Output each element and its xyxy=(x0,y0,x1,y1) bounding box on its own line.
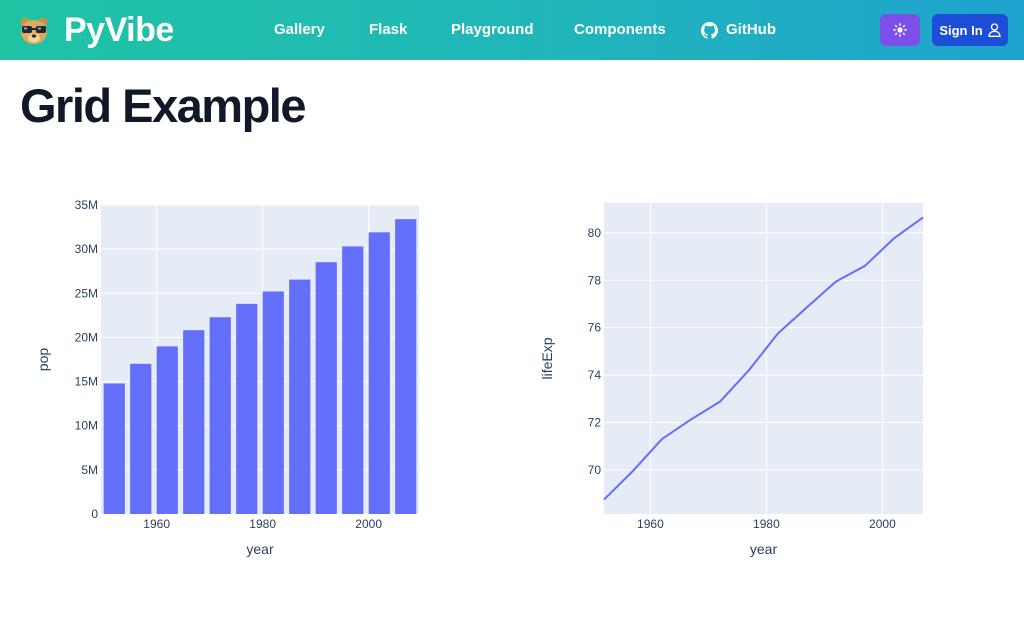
bar xyxy=(315,262,337,514)
sun-icon xyxy=(893,23,907,37)
y-tick-label: 35M xyxy=(75,198,98,212)
x-tick-label: 2000 xyxy=(355,517,382,531)
x-axis-title: year xyxy=(750,541,778,557)
bar xyxy=(156,346,178,514)
nav-link-gallery[interactable]: Gallery xyxy=(274,21,325,39)
user-icon xyxy=(988,23,1001,37)
page-title: Grid Example xyxy=(20,79,307,132)
bar xyxy=(289,279,311,514)
y-tick-label: 30M xyxy=(75,242,98,256)
sign-in-label: Sign In xyxy=(939,22,983,38)
y-tick-label: 20M xyxy=(75,330,98,344)
x-tick-label: 2000 xyxy=(869,517,896,531)
nav-link-flask[interactable]: Flask xyxy=(369,21,407,39)
y-tick-label: 15M xyxy=(75,375,98,389)
x-axis-title: year xyxy=(246,541,274,557)
x-tick-label: 1980 xyxy=(249,517,276,531)
x-tick-label: 1980 xyxy=(753,517,780,531)
brand-link[interactable]: PyVibe xyxy=(18,10,174,50)
bar xyxy=(183,330,205,514)
nav-link-playground[interactable]: Playground xyxy=(451,21,534,39)
y-tick-label: 74 xyxy=(588,368,602,382)
bar xyxy=(342,246,364,515)
bar xyxy=(130,363,152,514)
y-axis-title: pop xyxy=(35,348,51,372)
y-tick-label: 78 xyxy=(588,273,602,287)
population-bar-chart: 1960 1980 2000 0 5M 10M 15M 20M 25M 30M 35M year pop xyxy=(35,198,419,557)
bar xyxy=(209,317,231,514)
nav-link-github[interactable]: GitHub xyxy=(701,21,776,39)
nav-link-components[interactable]: Components xyxy=(574,21,666,39)
github-icon xyxy=(701,21,718,39)
x-tick-label: 1960 xyxy=(637,517,664,531)
y-tick-label: 80 xyxy=(588,226,602,240)
y-tick-label: 25M xyxy=(75,286,98,300)
y-tick-label: 10M xyxy=(75,419,98,433)
bar xyxy=(368,232,390,514)
theme-toggle-button[interactable] xyxy=(880,14,920,46)
x-tick-label: 1960 xyxy=(143,517,170,531)
nav-link-github-label: GitHub xyxy=(726,21,776,38)
y-axis-title: lifeExp xyxy=(539,337,555,379)
y-tick-label: 70 xyxy=(588,463,602,477)
brand-name: PyVibe xyxy=(64,10,174,49)
bar xyxy=(262,291,284,514)
y-tick-label: 76 xyxy=(588,321,602,335)
bar xyxy=(236,303,258,514)
plot-area xyxy=(604,203,923,514)
bar xyxy=(103,383,125,514)
navbar: PyVibe Gallery Flask Playground Componen… xyxy=(0,0,1024,60)
sign-in-button[interactable]: Sign In xyxy=(932,14,1008,46)
life-expectancy-line-chart: 1960 1980 2000 70 72 74 76 78 80 year lifeExp xyxy=(539,203,924,557)
bar xyxy=(395,219,417,514)
glasses-bear-icon xyxy=(20,17,48,44)
y-tick-label: 5M xyxy=(81,463,98,477)
y-tick-label: 0 xyxy=(91,507,98,521)
y-tick-label: 72 xyxy=(588,416,602,430)
